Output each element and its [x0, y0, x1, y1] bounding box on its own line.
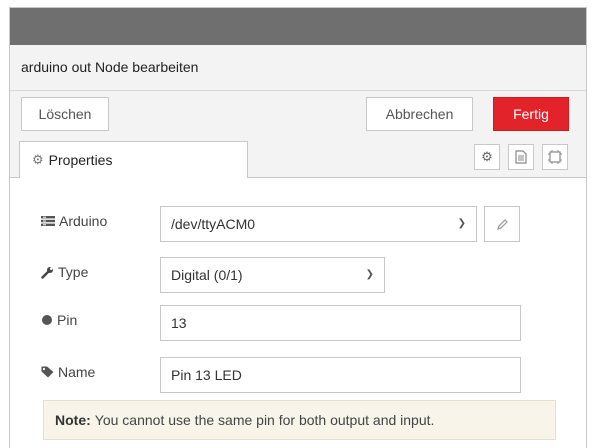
arduino-label: Arduino — [41, 203, 107, 239]
serial-port-icon — [41, 216, 55, 226]
note-box: Note: You cannot use the same pin for bo… — [43, 400, 556, 440]
pin-label-text: Pin — [57, 312, 78, 328]
name-label-text: Name — [58, 364, 96, 380]
type-select[interactable]: Digital (0/1) ❯ — [160, 257, 385, 293]
pin-input[interactable]: 13 — [160, 305, 521, 341]
cancel-button[interactable]: Abbrechen — [366, 97, 473, 131]
note-text: You cannot use the same pin for both out… — [94, 412, 435, 428]
delete-button[interactable]: Löschen — [21, 97, 109, 131]
tab-description[interactable] — [508, 144, 534, 170]
appearance-icon — [548, 150, 562, 164]
done-button[interactable]: Fertig — [493, 97, 569, 131]
tab-properties[interactable]: ⚙ Properties — [19, 141, 248, 178]
tag-icon — [41, 366, 54, 378]
chevron-down-icon: ❯ — [457, 218, 466, 229]
arduino-port-select[interactable]: /dev/ttyACM0 ❯ — [160, 206, 477, 242]
pin-label: Pin — [41, 302, 77, 338]
gear-icon: ⚙ — [32, 152, 44, 167]
circle-icon — [41, 314, 53, 326]
pin-value: 13 — [171, 315, 187, 331]
description-icon — [515, 150, 527, 164]
settings-gear-icon: ⚙ — [481, 149, 493, 164]
dialog-title-row: arduino out Node bearbeiten — [10, 45, 586, 91]
arduino-port-value: /dev/ttyACM0 — [171, 216, 256, 232]
dialog-top-bar — [10, 8, 586, 45]
tab-settings[interactable]: ⚙ — [474, 144, 500, 170]
tab-appearance[interactable] — [542, 144, 568, 170]
wrench-icon — [41, 266, 54, 279]
name-value: Pin 13 LED — [171, 367, 242, 383]
dialog-button-row: Löschen Abbrechen Fertig — [10, 91, 586, 136]
arduino-label-text: Arduino — [59, 213, 108, 229]
pencil-icon — [496, 218, 508, 230]
type-label: Type — [41, 254, 88, 290]
note-label: Note: — [55, 412, 91, 428]
node-edit-dialog: arduino out Node bearbeiten Löschen Abbr… — [9, 7, 587, 448]
tab-properties-label: Properties — [48, 152, 113, 168]
type-label-text: Type — [58, 264, 89, 280]
name-label: Name — [41, 354, 95, 390]
chevron-down-icon: ❯ — [365, 269, 374, 280]
dialog-title: arduino out Node bearbeiten — [21, 59, 199, 75]
edit-port-button[interactable] — [484, 206, 520, 242]
properties-panel: Arduino /dev/ttyACM0 ❯ Type Digital (0/1… — [10, 178, 586, 448]
type-value: Digital (0/1) — [171, 267, 243, 283]
tab-strip: ⚙ Properties ⚙ — [10, 136, 586, 178]
name-input[interactable]: Pin 13 LED — [160, 357, 521, 393]
